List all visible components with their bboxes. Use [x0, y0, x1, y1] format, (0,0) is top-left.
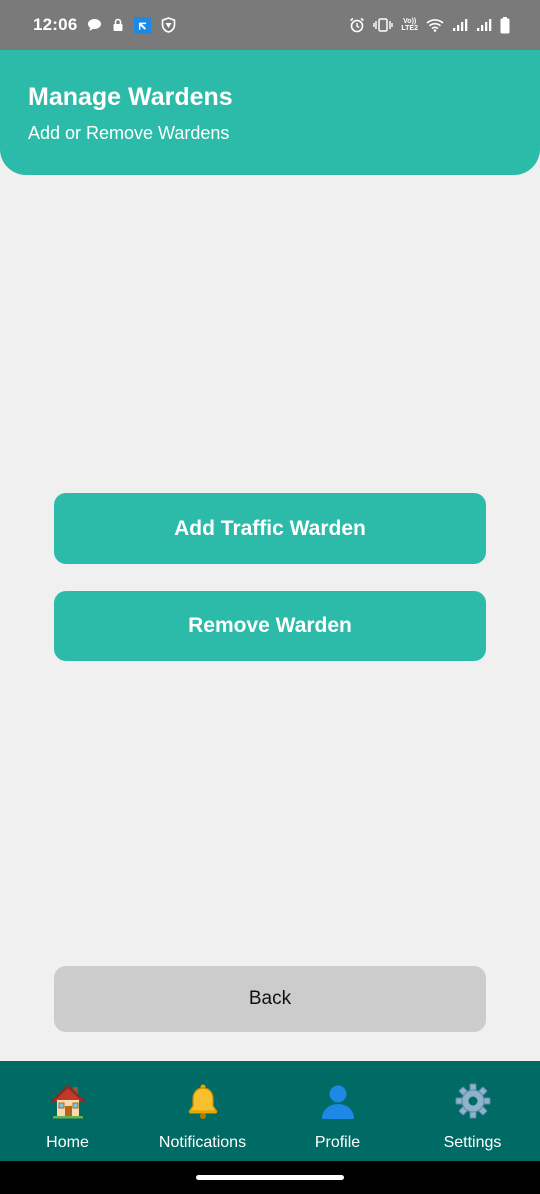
status-bar-right: Vo)) LTE2	[349, 16, 510, 34]
status-bar: 12:06 Vo)) LTE2	[0, 0, 540, 50]
bell-icon	[184, 1081, 222, 1121]
gesture-navigation-bar	[0, 1161, 540, 1194]
page-subtitle: Add or Remove Wardens	[28, 123, 230, 143]
status-bar-left: 12:06	[33, 15, 176, 35]
page-title: Manage Wardens	[28, 83, 233, 111]
alarm-icon	[349, 17, 365, 33]
page-header: Manage Wardens Add or Remove Wardens	[0, 50, 540, 175]
nav-item-settings[interactable]: Settings	[405, 1061, 540, 1152]
status-time: 12:06	[33, 15, 78, 34]
vibrate-icon	[373, 18, 394, 32]
nav-label-profile: Profile	[314, 1134, 361, 1151]
add-traffic-warden-button[interactable]: Add Traffic Warden	[54, 493, 486, 564]
lock-icon	[112, 18, 124, 32]
vpn-shield-icon	[161, 17, 176, 33]
gear-icon	[454, 1081, 492, 1121]
nav-label-settings: Settings	[443, 1134, 502, 1151]
volte-icon: Vo)) LTE2	[401, 18, 418, 32]
nav-label-notifications: Notifications	[158, 1134, 247, 1151]
bottom-nav: Home Notifications Profile Settings	[0, 1061, 540, 1161]
volte-line1: Vo))	[403, 18, 417, 25]
signal-2-icon	[476, 18, 492, 32]
back-button[interactable]: Back	[54, 966, 486, 1032]
nav-label-home: Home	[46, 1134, 89, 1151]
nav-item-profile[interactable]: Profile	[270, 1061, 405, 1152]
house-icon	[49, 1081, 87, 1121]
signal-1-icon	[452, 18, 468, 32]
wifi-icon	[426, 18, 444, 32]
remove-warden-button[interactable]: Remove Warden	[54, 591, 486, 661]
app-notification-icon	[134, 16, 152, 34]
nav-item-notifications[interactable]: Notifications	[135, 1061, 270, 1152]
chat-bubble-icon	[87, 18, 102, 32]
battery-icon	[500, 16, 510, 34]
nav-item-home[interactable]: Home	[0, 1061, 135, 1152]
volte-line2: LTE2	[401, 25, 418, 32]
person-icon	[319, 1081, 357, 1121]
home-gesture-handle[interactable]	[196, 1175, 344, 1180]
